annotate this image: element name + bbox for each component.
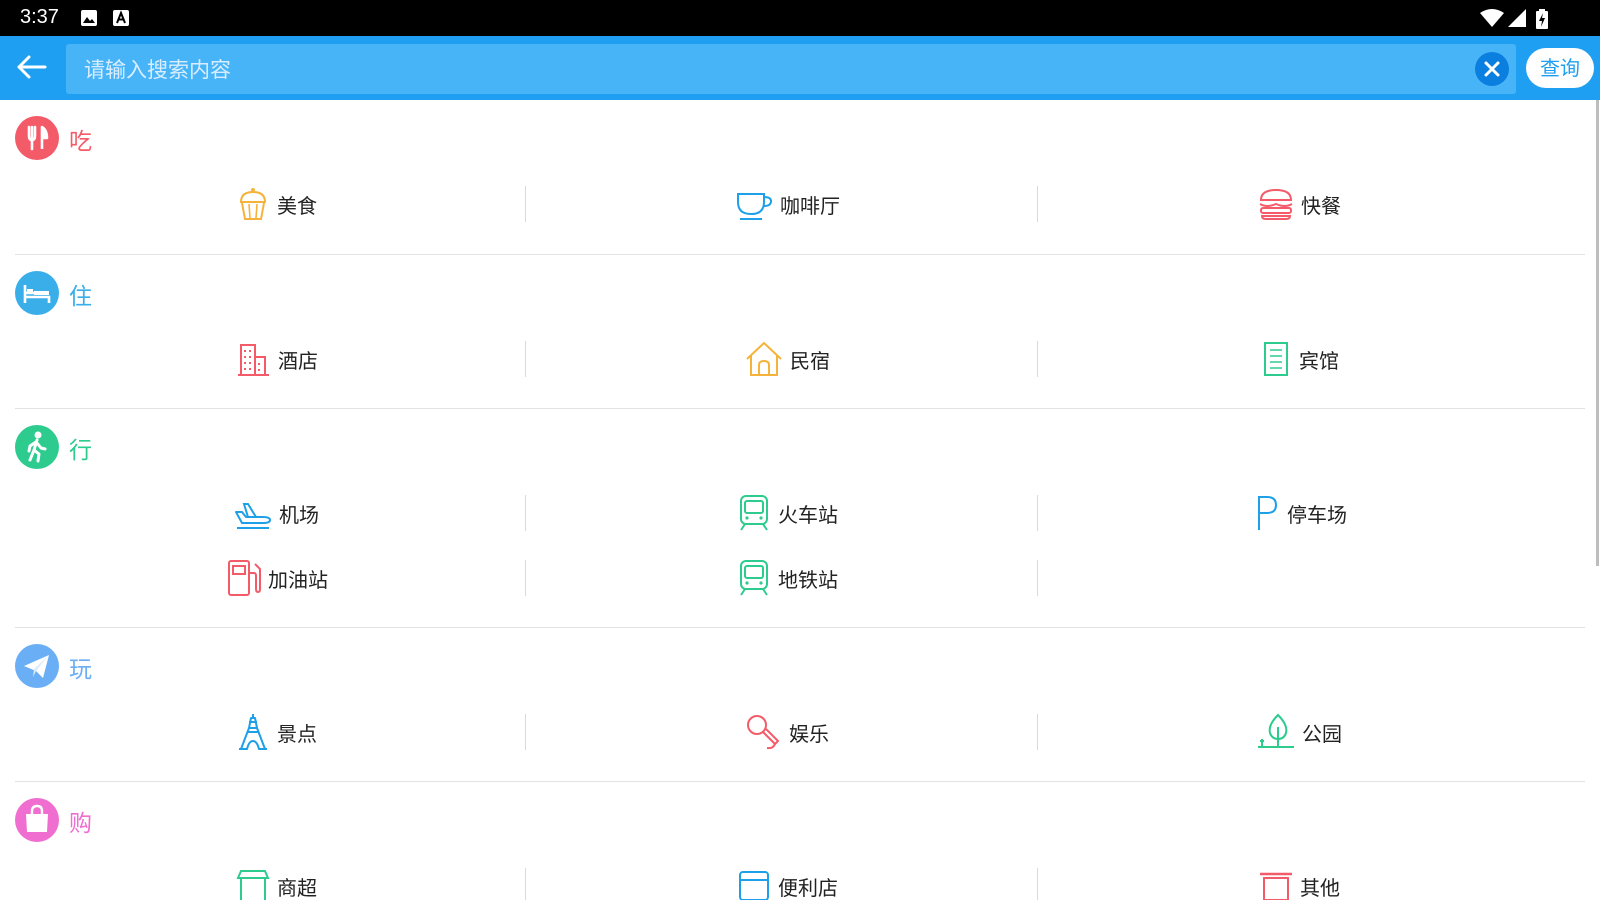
section-title: 吃 — [69, 129, 92, 155]
category-item-cafe[interactable]: 咖啡厅 — [526, 174, 1048, 234]
category-item-gas-station[interactable]: 加油站 — [15, 548, 537, 608]
search-toolbar: 查询 — [0, 36, 1600, 100]
item-label: 停车场 — [1287, 502, 1347, 527]
signal-icon — [1508, 9, 1526, 27]
category-item-scenic-spot[interactable]: 景点 — [15, 702, 537, 762]
section-title: 住 — [69, 284, 92, 310]
category-item-airport[interactable]: 机场 — [15, 483, 537, 543]
close-icon — [1484, 61, 1500, 77]
wifi-icon — [1480, 9, 1504, 27]
item-label: 宾馆 — [1299, 348, 1339, 373]
item-label: 咖啡厅 — [780, 193, 840, 218]
item-label: 加油站 — [268, 567, 328, 592]
section-shop: 购 商超 便利店 其他 — [0, 782, 1585, 900]
house-icon — [746, 342, 782, 376]
burger-icon — [1259, 188, 1293, 220]
status-time: 3:37 — [20, 6, 59, 28]
category-item-food[interactable]: 美食 — [15, 174, 537, 234]
tree-icon — [1258, 713, 1294, 748]
item-label: 其他 — [1300, 875, 1340, 900]
section-stay: 住 酒店 民宿 宾馆 — [0, 255, 1585, 409]
tower-icon — [239, 714, 267, 750]
section-title: 行 — [69, 438, 92, 464]
status-bar: 3:37 — [0, 0, 1600, 36]
category-item-convenience-store[interactable]: 便利店 — [526, 856, 1048, 900]
item-label: 景点 — [277, 721, 317, 746]
search-input[interactable] — [82, 44, 1426, 96]
section-play: 玩 景点 娱乐 公园 — [0, 628, 1585, 782]
building-icon — [238, 344, 269, 376]
paper-plane-icon — [24, 655, 49, 678]
category-list: 吃 美食 咖啡厅 快餐 住 酒店 民宿 宾馆 行 机场 火车站 停车场 加油站 … — [0, 100, 1600, 900]
section-icon-stay — [15, 271, 59, 315]
category-item-parking[interactable]: 停车场 — [1038, 483, 1560, 543]
battery-icon — [1536, 9, 1548, 29]
item-label: 火车站 — [778, 502, 838, 527]
shop-icon — [739, 871, 769, 900]
section-icon-play — [15, 644, 59, 688]
train-icon — [740, 495, 768, 531]
store-icon — [236, 870, 270, 900]
item-label: 便利店 — [778, 875, 838, 900]
item-label: 娱乐 — [789, 721, 829, 746]
section-eat: 吃 美食 咖啡厅 快餐 — [0, 100, 1585, 255]
airplane-icon — [235, 503, 271, 529]
category-item-other[interactable]: 其他 — [1038, 856, 1560, 900]
walking-person-icon — [27, 431, 47, 463]
query-button[interactable]: 查询 — [1526, 48, 1594, 88]
cupcake-icon — [239, 188, 267, 220]
app-notification-icon — [113, 10, 129, 26]
back-button[interactable] — [12, 48, 52, 88]
other-icon — [1260, 872, 1292, 900]
category-item-homestay[interactable]: 民宿 — [526, 329, 1048, 389]
gas-station-icon — [228, 560, 261, 596]
document-building-icon — [1264, 342, 1288, 376]
image-notification-icon — [81, 10, 97, 26]
section-icon-go — [15, 425, 59, 469]
item-label: 酒店 — [278, 348, 318, 373]
search-box — [66, 44, 1516, 96]
item-label: 公园 — [1302, 721, 1342, 746]
section-icon-eat — [15, 116, 59, 160]
item-label: 商超 — [277, 875, 317, 900]
coffee-cup-icon — [737, 193, 773, 220]
category-item-supermarket[interactable]: 商超 — [15, 856, 537, 900]
divider — [1037, 560, 1038, 596]
section-go: 行 机场 火车站 停车场 加油站 地铁站 — [0, 409, 1585, 628]
item-label: 快餐 — [1301, 193, 1341, 218]
clear-button[interactable] — [1475, 52, 1509, 86]
category-item-park[interactable]: 公园 — [1038, 702, 1560, 762]
category-item-guesthouse[interactable]: 宾馆 — [1038, 329, 1560, 389]
subway-icon — [740, 560, 768, 596]
item-label: 美食 — [277, 193, 317, 218]
category-item-entertainment[interactable]: 娱乐 — [526, 702, 1048, 762]
fork-knife-icon — [27, 125, 49, 151]
arrow-left-icon — [17, 55, 47, 79]
section-title: 购 — [69, 811, 92, 837]
category-item-hotel[interactable]: 酒店 — [15, 329, 537, 389]
item-label: 地铁站 — [778, 567, 838, 592]
shopping-bag-icon — [26, 804, 48, 832]
section-title: 玩 — [69, 657, 92, 683]
category-item-fast-food[interactable]: 快餐 — [1038, 174, 1560, 234]
item-label: 民宿 — [790, 348, 830, 373]
bed-icon — [23, 285, 51, 303]
category-item-subway-station[interactable]: 地铁站 — [526, 548, 1048, 608]
item-label: 机场 — [279, 502, 319, 527]
parking-icon — [1258, 496, 1278, 530]
category-item-train-station[interactable]: 火车站 — [526, 483, 1048, 543]
section-icon-shop — [15, 798, 59, 842]
microphone-icon — [747, 715, 779, 750]
